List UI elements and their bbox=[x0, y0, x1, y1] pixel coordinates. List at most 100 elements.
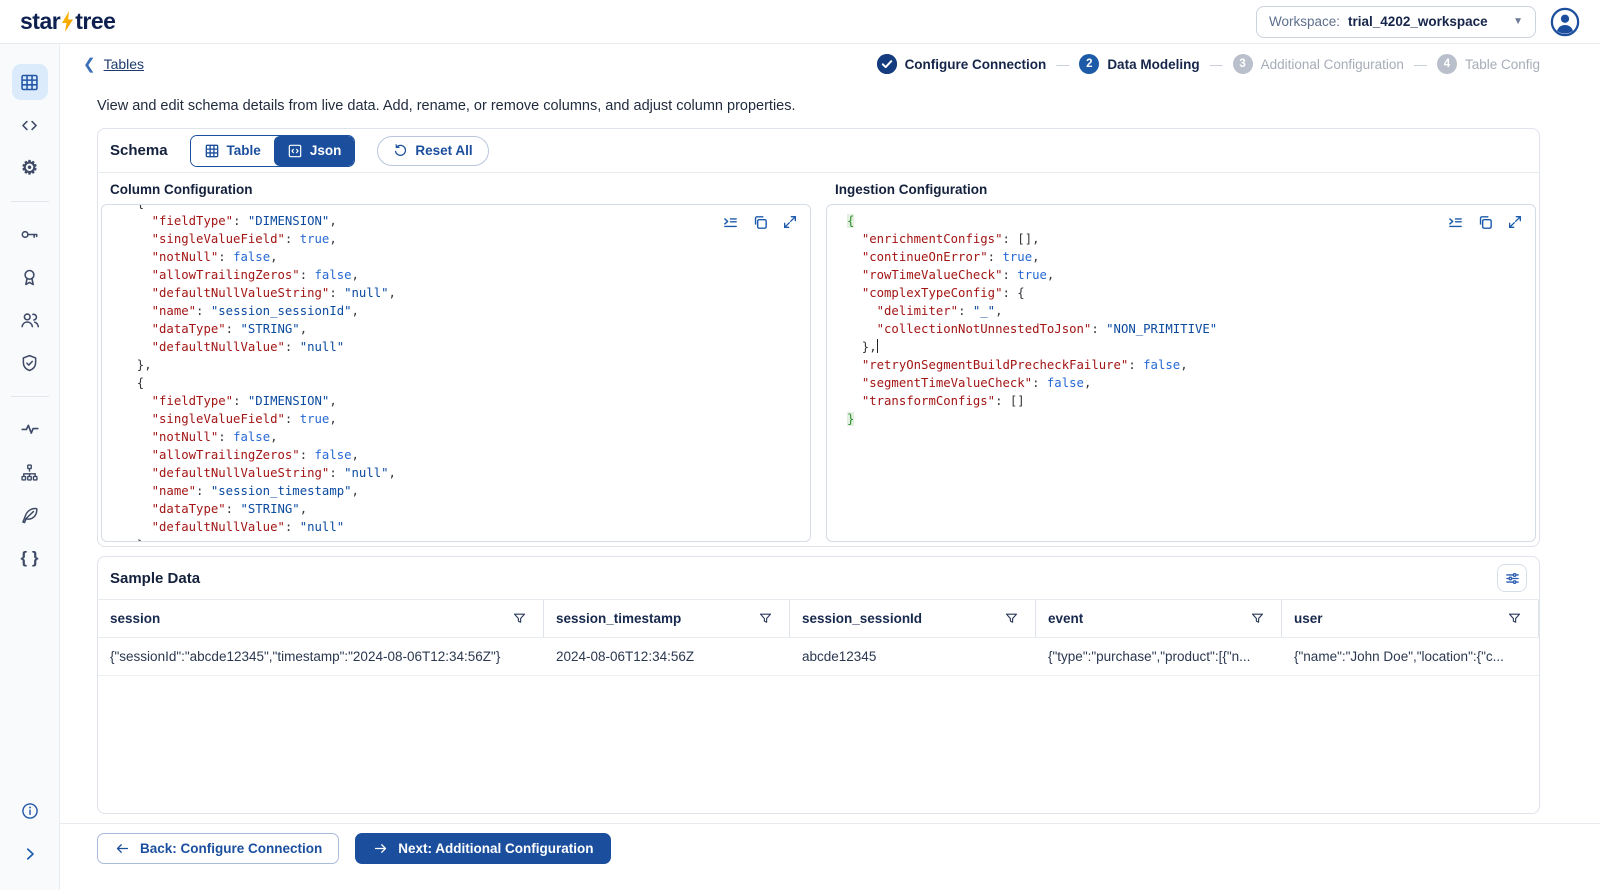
workspace-label: Workspace: bbox=[1269, 14, 1341, 29]
funnel-icon[interactable] bbox=[512, 611, 527, 626]
funnel-icon[interactable] bbox=[758, 611, 773, 626]
step-number-badge: 2 bbox=[1079, 54, 1100, 74]
cell-user: {"name":"John Doe","location":{"c... bbox=[1294, 649, 1504, 664]
reset-icon bbox=[395, 144, 407, 156]
column-header-event[interactable]: event bbox=[1036, 600, 1282, 637]
sample-data-title: Sample Data bbox=[110, 569, 201, 587]
column-configuration-panel: Column Configuration "fieldType": "DIMEN… bbox=[101, 180, 811, 542]
sidebar-item-security[interactable] bbox=[12, 345, 48, 381]
ingestion-configuration-panel: Ingestion Configuration {"enrichmentCon… bbox=[826, 180, 1536, 542]
back-button[interactable]: Back: Configure Connection bbox=[97, 833, 340, 864]
sidebar-item-thirdeye[interactable] bbox=[12, 497, 48, 533]
breadcrumb-tables-label: Tables bbox=[103, 56, 145, 72]
key-icon bbox=[21, 230, 38, 238]
sidebar-item-api-keys[interactable] bbox=[12, 216, 48, 252]
top-bar: star tree Workspace: trial_4202_workspac… bbox=[0, 0, 1600, 44]
users-icon bbox=[20, 313, 39, 328]
step-table-config[interactable]: 4 Table Config bbox=[1436, 54, 1540, 74]
format-icon[interactable] bbox=[1447, 214, 1464, 231]
copy-icon[interactable] bbox=[1477, 214, 1494, 231]
sample-table-row[interactable]: {"sessionId":"abcde12345","timestamp":"2… bbox=[98, 638, 1539, 676]
format-icon[interactable] bbox=[722, 214, 739, 231]
main-content: ❮ Tables Configure Connection — 2 Data M… bbox=[60, 44, 1600, 890]
funnel-icon[interactable] bbox=[1507, 611, 1522, 626]
sidebar-item-info[interactable] bbox=[12, 793, 48, 829]
tables-icon bbox=[21, 74, 38, 90]
cell-event: {"type":"purchase","product":[{"n... bbox=[1048, 649, 1251, 664]
schema-section: Schema Table Json Reset All Column Confi… bbox=[97, 128, 1540, 547]
lightning-bolt-icon bbox=[62, 11, 74, 32]
column-header-session-sessionid[interactable]: session_sessionId bbox=[790, 600, 1036, 637]
funnel-icon[interactable] bbox=[1004, 611, 1019, 626]
sidebar-item-schemas[interactable]: { } bbox=[12, 540, 48, 576]
copy-icon[interactable] bbox=[752, 214, 769, 231]
sitemap-icon bbox=[21, 463, 38, 481]
wizard-stepper: Configure Connection — 2 Data Modeling —… bbox=[876, 54, 1540, 74]
step-dash: — bbox=[1413, 56, 1427, 72]
wizard-footer: Back: Configure Connection Next: Additio… bbox=[60, 823, 1600, 864]
startree-logo: star tree bbox=[20, 8, 116, 35]
feather-icon bbox=[22, 507, 38, 523]
back-to-tables-link[interactable]: ❮ Tables bbox=[83, 55, 144, 73]
sample-data-settings-button[interactable] bbox=[1497, 564, 1527, 592]
sidebar-item-query-console[interactable] bbox=[12, 107, 48, 143]
sample-table-header: session session_timestamp session_sessio… bbox=[98, 599, 1539, 638]
column-header-user[interactable]: user bbox=[1282, 600, 1539, 637]
step-dash: — bbox=[1056, 56, 1070, 72]
column-configuration-json[interactable]: { "fieldType": "DIMENSION", "singleValue… bbox=[102, 205, 810, 541]
shield-check-icon bbox=[22, 354, 37, 371]
table-view-toggle[interactable]: Table bbox=[190, 135, 274, 166]
user-avatar-icon[interactable] bbox=[1550, 7, 1580, 37]
schema-title: Schema bbox=[110, 142, 168, 159]
sidebar-item-dashboards[interactable]: ⚙ bbox=[12, 150, 48, 186]
json-code-icon bbox=[288, 144, 302, 157]
braces-icon: { } bbox=[20, 548, 39, 567]
arrow-right-icon bbox=[375, 844, 387, 853]
caret-down-icon: ▼ bbox=[1513, 16, 1523, 27]
sidebar-divider bbox=[10, 396, 49, 397]
chevron-left-icon: ❮ bbox=[83, 56, 96, 73]
funnel-icon[interactable] bbox=[1250, 611, 1265, 626]
reset-all-button[interactable]: Reset All bbox=[377, 135, 489, 166]
ingestion-configuration-title: Ingestion Configuration bbox=[835, 182, 988, 197]
workspace-selector[interactable]: Workspace: trial_4202_workspace ▼ bbox=[1256, 5, 1536, 38]
sidebar-item-members[interactable] bbox=[12, 302, 48, 338]
column-configuration-editor[interactable]: { "fieldType": "DIMENSION", "singleValue… bbox=[101, 204, 811, 542]
column-header-session-timestamp[interactable]: session_timestamp bbox=[544, 600, 790, 637]
expand-sidebar-icon bbox=[26, 848, 34, 860]
ingestion-configuration-editor[interactable]: { "enrichmentConfigs": [], "continueOnEr… bbox=[826, 204, 1536, 542]
badge-icon bbox=[24, 269, 35, 285]
step-dash: — bbox=[1209, 56, 1223, 72]
json-view-toggle[interactable]: Json bbox=[273, 135, 355, 166]
step-data-modeling[interactable]: 2 Data Modeling bbox=[1079, 54, 1200, 74]
sidebar-expand-button[interactable] bbox=[12, 836, 48, 872]
expand-icon[interactable] bbox=[782, 214, 798, 230]
logo-tree-text: tree bbox=[75, 8, 116, 34]
next-button[interactable]: Next: Additional Configuration bbox=[355, 833, 611, 864]
step-configure-connection[interactable]: Configure Connection bbox=[876, 54, 1046, 74]
cell-session-timestamp: 2024-08-06T12:34:56Z bbox=[556, 649, 695, 664]
breadcrumb: ❮ Tables Configure Connection — 2 Data M… bbox=[83, 44, 1540, 84]
column-configuration-title: Column Configuration bbox=[110, 182, 253, 197]
left-sidebar: ⚙ {} bbox=[0, 44, 60, 890]
step-number-badge: 3 bbox=[1232, 54, 1253, 74]
gear-icon: ⚙ bbox=[20, 157, 39, 179]
cell-session-sessionid: abcde12345 bbox=[802, 649, 877, 664]
table-grid-icon bbox=[205, 144, 218, 157]
sample-data-section: Sample Data session session_timestamp se… bbox=[97, 556, 1540, 814]
column-header-session[interactable]: session bbox=[98, 600, 544, 637]
sidebar-item-cluster[interactable] bbox=[12, 454, 48, 490]
sidebar-item-monitoring[interactable] bbox=[12, 411, 48, 447]
ingestion-configuration-json[interactable]: { "enrichmentConfigs": [], "continueOnEr… bbox=[827, 205, 1535, 428]
sidebar-item-certificates[interactable] bbox=[12, 259, 48, 295]
sidebar-item-tables[interactable] bbox=[11, 64, 48, 100]
step-additional-configuration[interactable]: 3 Additional Configuration bbox=[1232, 54, 1404, 74]
schema-view-toggle: Table Json bbox=[189, 134, 356, 167]
step-number-badge: 4 bbox=[1436, 54, 1457, 74]
logo-star-text: star bbox=[20, 8, 61, 34]
cell-session: {"sessionId":"abcde12345","timestamp":"2… bbox=[110, 649, 501, 664]
arrow-left-icon bbox=[116, 844, 129, 853]
expand-icon[interactable] bbox=[1507, 214, 1523, 230]
activity-icon bbox=[20, 424, 39, 434]
workspace-value: trial_4202_workspace bbox=[1348, 14, 1488, 29]
